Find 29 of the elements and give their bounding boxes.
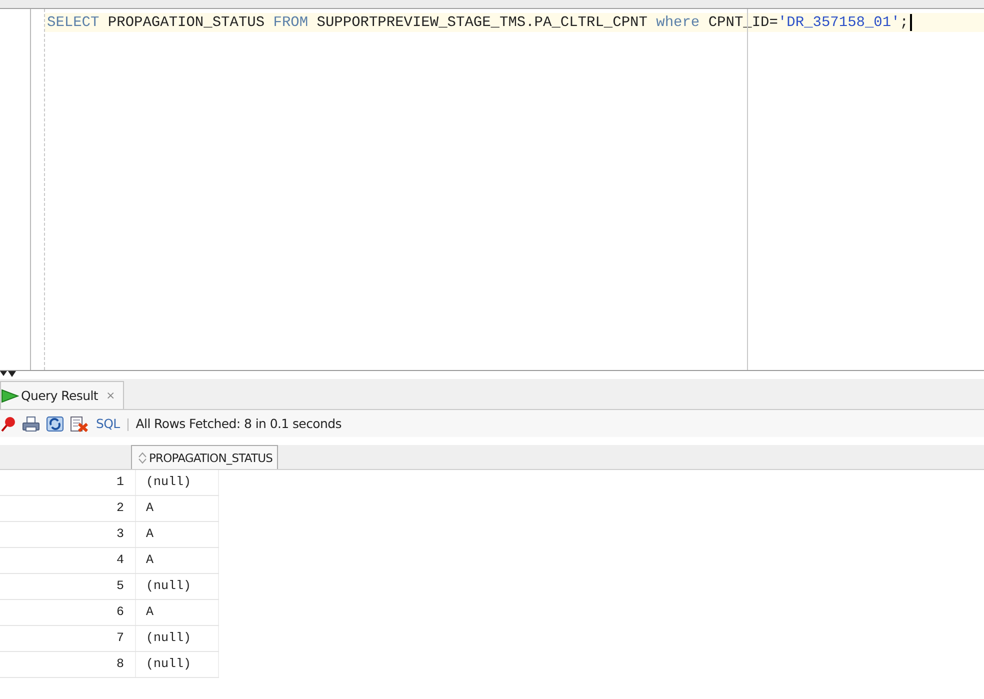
text-caret xyxy=(910,14,912,31)
row-number: 2 xyxy=(116,500,126,517)
sort-icon xyxy=(138,452,147,464)
pin-icon[interactable] xyxy=(0,416,16,432)
column-header[interactable]: PROPAGATION_STATUS xyxy=(131,445,278,469)
collapse-arrows-icon[interactable] xyxy=(0,371,18,378)
table-cell: (null) xyxy=(135,652,219,677)
row-number: 1 xyxy=(116,474,126,491)
row-number: 3 xyxy=(116,526,126,543)
row-number: 7 xyxy=(116,630,126,647)
table-cell: A xyxy=(135,600,219,625)
status-text: All Rows Fetched: 8 in 0.1 seconds xyxy=(136,416,342,431)
run-arrow-icon xyxy=(1,388,19,402)
row-number: 5 xyxy=(116,578,126,595)
printer-icon[interactable] xyxy=(22,416,40,432)
table-cell: A xyxy=(135,496,219,521)
table-cell: (null) xyxy=(135,626,219,651)
refresh-icon[interactable] xyxy=(46,416,64,432)
table-cell: (null) xyxy=(135,574,219,599)
row-number: 4 xyxy=(116,552,126,569)
query-result-tab[interactable]: Query Result × xyxy=(0,381,124,409)
table-cell: A xyxy=(135,548,219,573)
row-number: 8 xyxy=(116,656,126,673)
separator-text: | xyxy=(126,416,130,431)
row-number: 6 xyxy=(116,604,126,621)
table-cell: (null) xyxy=(135,470,219,495)
sql-link[interactable]: SQL xyxy=(96,416,120,431)
document-delete-icon[interactable] xyxy=(70,416,88,432)
table-cell: A xyxy=(135,522,219,547)
